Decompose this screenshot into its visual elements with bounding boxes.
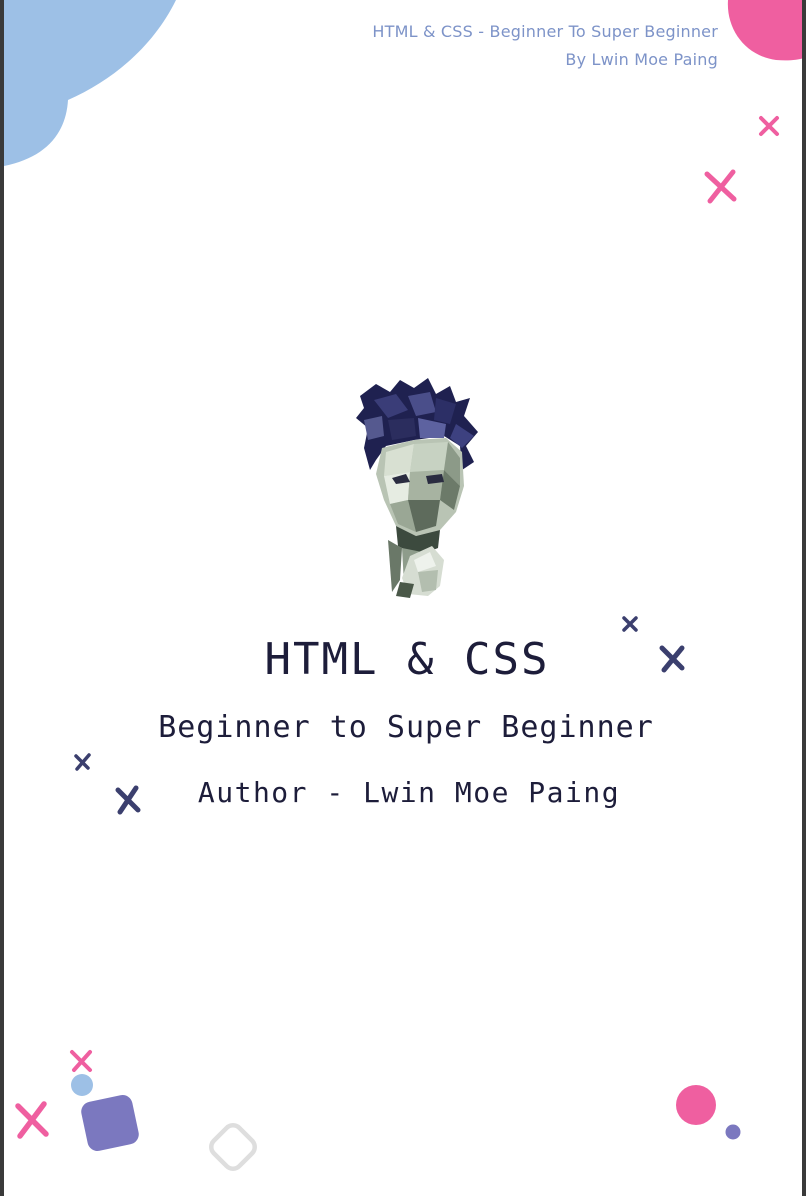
rounded-square-decoration (81, 1095, 139, 1151)
circle-decoration (725, 1124, 741, 1140)
rounded-square-outline-decoration (209, 1123, 257, 1171)
cross-icon (15, 1101, 49, 1139)
cross-icon (70, 1050, 92, 1072)
circle-decoration (71, 1074, 93, 1096)
circle-decoration (676, 1085, 716, 1125)
page-edge (802, 0, 804, 1196)
bottom-decorations (15, 1050, 741, 1171)
book-cover-page: HTML & CSS - Beginner To Super Beginner … (4, 0, 804, 1196)
